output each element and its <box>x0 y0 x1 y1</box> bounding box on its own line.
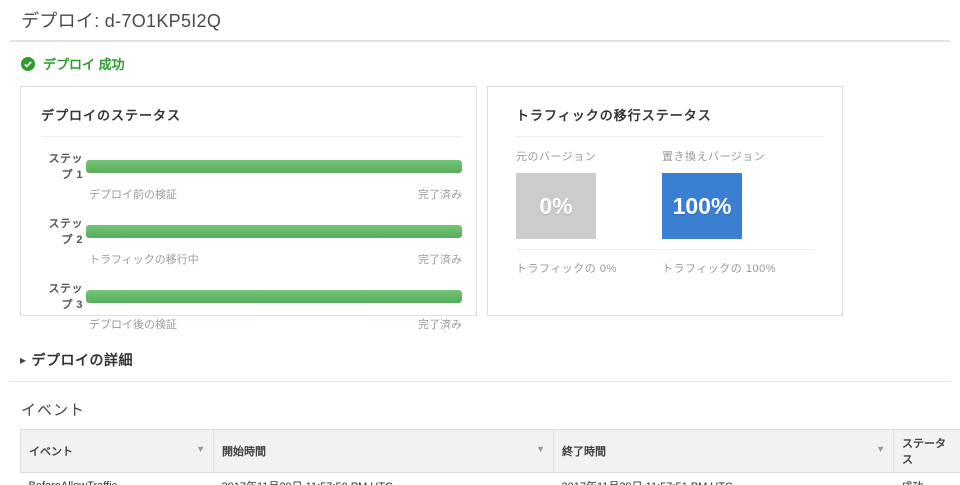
original-version-column: 元のバージョン 0% <box>516 148 662 239</box>
events-table-header-row: イベント ▼ 開始時間 ▼ 終了時間 ▼ ステータス <box>20 429 960 473</box>
deployment-status-panel: デプロイのステータス ステップ 1 デプロイ前の検証 完了済み ステップ 2 ト… <box>20 86 477 331</box>
step-2-description: トラフィックの移行中 <box>89 254 199 266</box>
step-3-row: ステップ 3 <box>41 280 462 312</box>
step-3-label: ステップ 3 <box>48 283 83 311</box>
column-header-start-time[interactable]: 開始時間 ▼ <box>213 429 554 473</box>
traffic-shift-panel: トラフィックの移行ステータス 元のバージョン 0% 置き換えバージョン 100%… <box>487 86 843 316</box>
step-2-status: 完了済み <box>418 254 462 266</box>
deployment-details-toggle[interactable]: ▸ デプロイの詳細 <box>20 350 133 370</box>
caret-right-icon: ▸ <box>20 353 27 367</box>
step-1-progress-bar <box>86 159 462 173</box>
traffic-captions: トラフィックの 0% トラフィックの 100% <box>516 260 824 276</box>
original-version-label: 元のバージョン <box>516 151 597 163</box>
step-1-status: 完了済み <box>418 189 462 201</box>
sort-icon[interactable]: ▼ <box>196 443 205 455</box>
replacement-version-label: 置き換えバージョン <box>662 151 766 163</box>
panels-row: デプロイのステータス ステップ 1 デプロイ前の検証 完了済み ステップ 2 ト… <box>20 86 960 331</box>
deployment-status-panel-title: デプロイのステータス <box>41 103 462 137</box>
step-1-description: デプロイ前の検証 <box>89 189 177 201</box>
step-3-description: デプロイ後の検証 <box>89 319 177 331</box>
status-cell: 成功 <box>893 472 960 485</box>
column-header-event-label: イベント <box>29 446 73 458</box>
traffic-columns: 元のバージョン 0% 置き換えバージョン 100% <box>516 148 824 239</box>
details-divider <box>10 381 950 382</box>
step-3-caption: デプロイ後の検証 完了済み <box>89 316 462 332</box>
page-title: デプロイ: d-7O1KP5I2Q <box>21 11 222 31</box>
deployment-status-text: デプロイ 成功 <box>43 57 125 72</box>
step-2-caption: トラフィックの移行中 完了済み <box>89 251 462 267</box>
column-header-end-time[interactable]: 終了時間 ▼ <box>553 429 894 473</box>
table-row: BeforeAllowTraffic 2017年11月29日 11:57:50 … <box>20 472 960 485</box>
sort-icon[interactable]: ▼ <box>876 443 885 455</box>
step-2-label: ステップ 2 <box>48 218 83 246</box>
replacement-version-box: 100% <box>662 173 742 239</box>
step-1-label: ステップ 1 <box>48 153 83 181</box>
traffic-divider <box>516 249 814 250</box>
original-version-box: 0% <box>516 173 596 239</box>
deployment-status-banner: デプロイ 成功 <box>21 54 960 73</box>
column-header-event[interactable]: イベント ▼ <box>20 429 214 473</box>
original-traffic-caption: トラフィックの 0% <box>516 263 617 275</box>
step-2-row: ステップ 2 <box>41 215 462 247</box>
step-1-row: ステップ 1 <box>41 150 462 182</box>
replacement-version-value: 100% <box>672 192 732 219</box>
step-3-status: 完了済み <box>418 319 462 331</box>
column-header-status-label: ステータス <box>902 438 946 466</box>
events-table: イベント ▼ 開始時間 ▼ 終了時間 ▼ ステータス BeforeAllowTr… <box>20 429 960 485</box>
step-3-progress-bar <box>86 289 462 303</box>
title-divider <box>10 40 950 42</box>
replacement-version-column: 置き換えバージョン 100% <box>662 148 808 239</box>
sort-icon[interactable]: ▼ <box>536 443 545 455</box>
start-time-cell: 2017年11月29日 11:57:50 PM UTC <box>213 472 554 485</box>
column-header-start-label: 開始時間 <box>222 446 266 458</box>
original-version-value: 0% <box>539 192 573 219</box>
replacement-traffic-caption: トラフィックの 100% <box>662 263 776 275</box>
success-check-icon <box>21 56 35 71</box>
column-header-status[interactable]: ステータス <box>893 429 960 473</box>
end-time-cell: 2017年11月29日 11:57:51 PM UTC <box>553 472 894 485</box>
event-name-cell: BeforeAllowTraffic <box>20 472 214 485</box>
traffic-panel-title: トラフィックの移行ステータス <box>516 103 824 137</box>
column-header-end-label: 終了時間 <box>562 446 606 458</box>
step-1-caption: デプロイ前の検証 完了済み <box>89 186 462 202</box>
deployment-details-label: デプロイの詳細 <box>31 352 134 368</box>
step-2-progress-bar <box>86 224 462 238</box>
events-section-title: イベント <box>21 402 86 419</box>
